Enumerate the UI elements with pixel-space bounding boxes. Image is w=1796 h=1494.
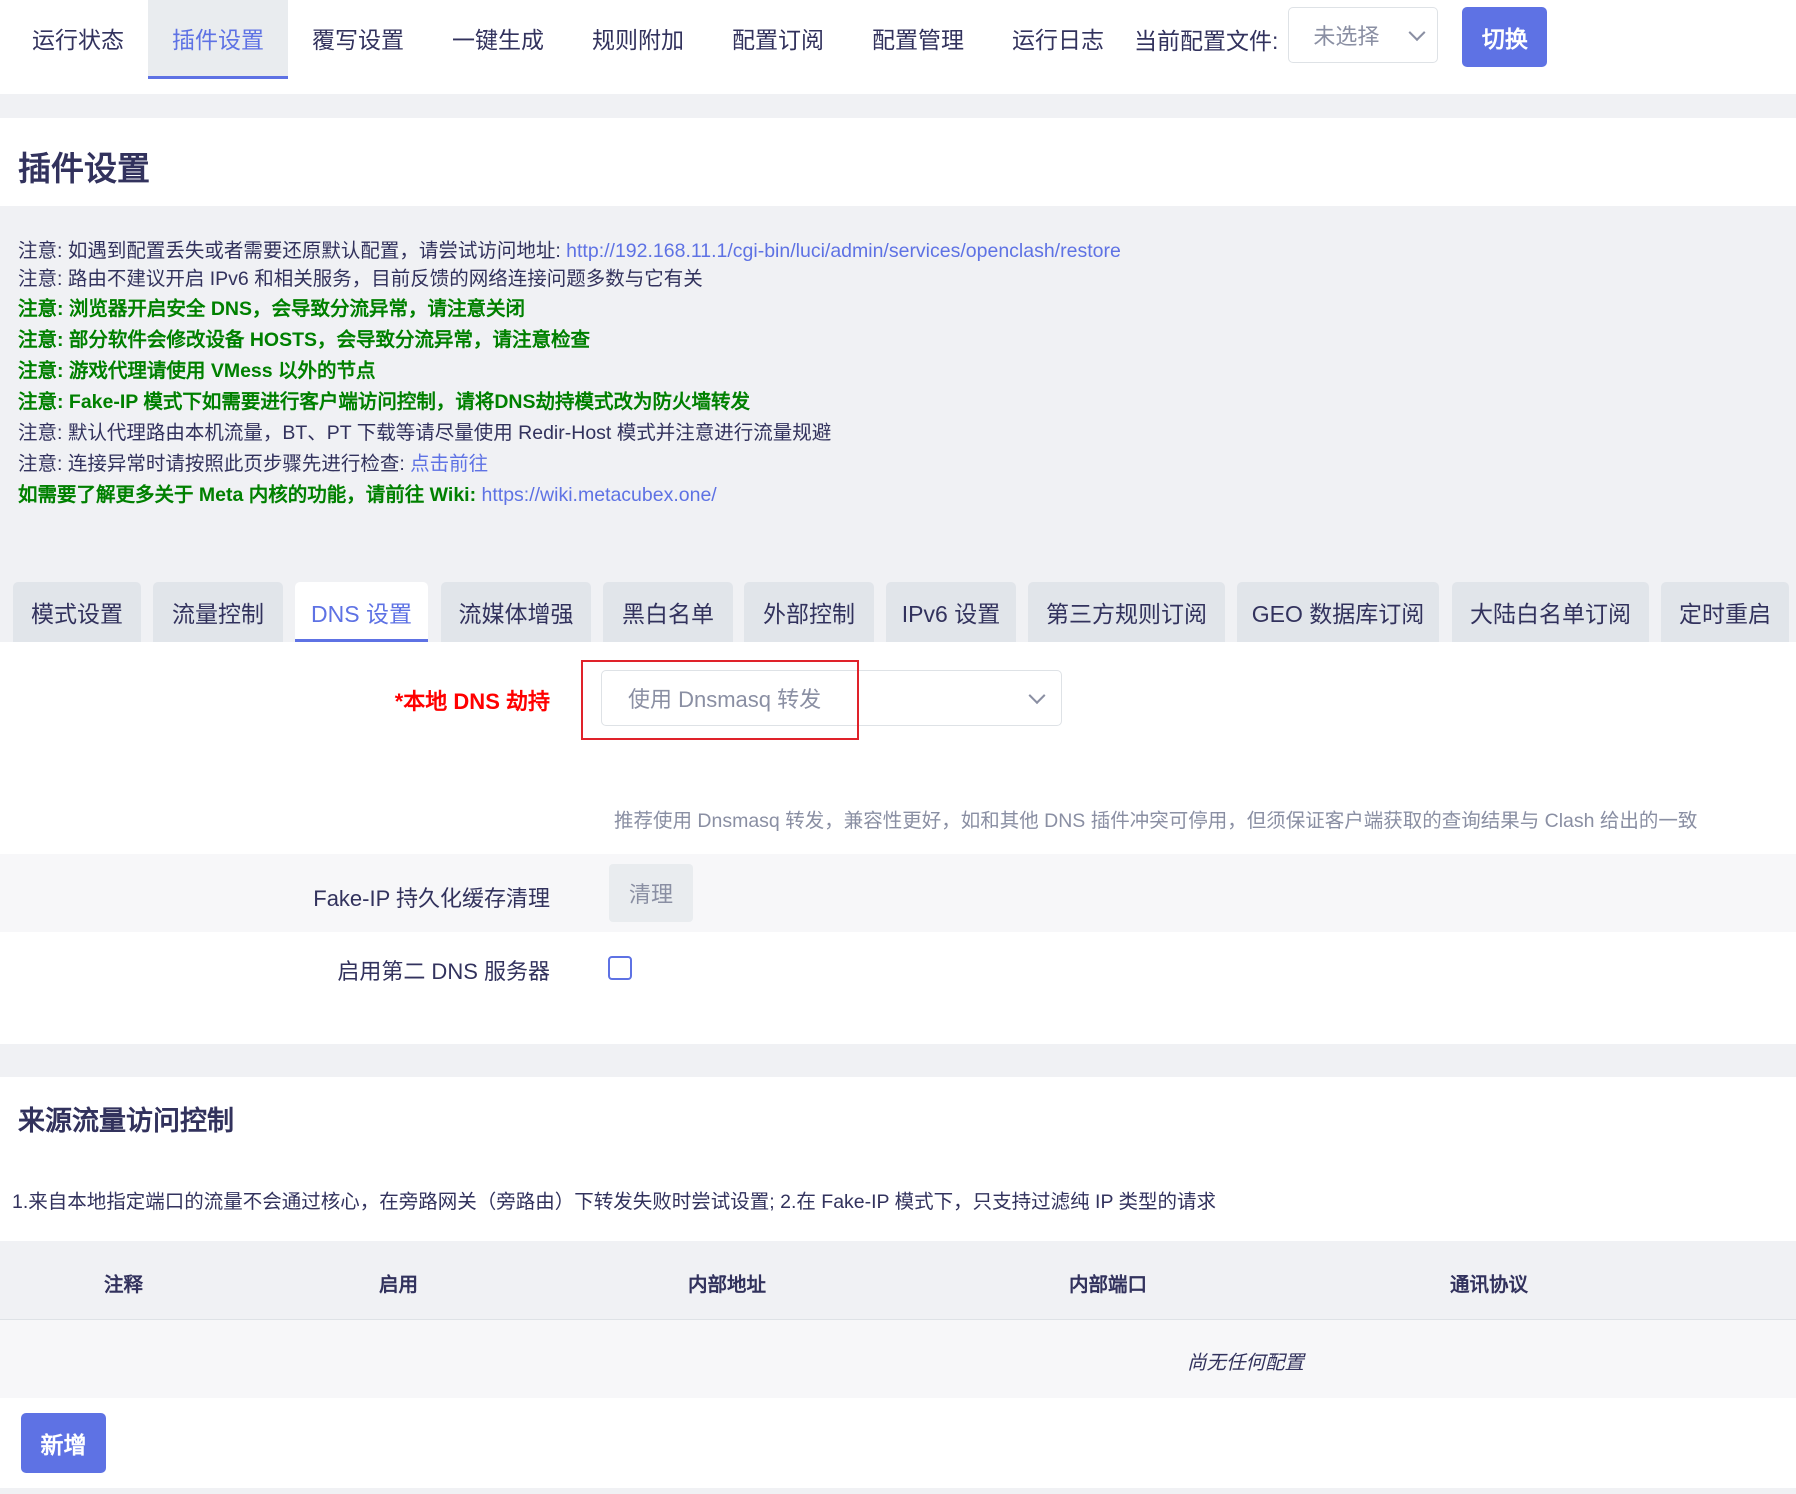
column-internal-address: 内部地址 [688, 1274, 767, 1296]
tab-dns[interactable]: DNS 设置 [295, 582, 428, 642]
tab-streaming[interactable]: 流媒体增强 [441, 582, 591, 642]
dns-hijack-value: 使用 Dnsmasq 转发 [628, 687, 822, 712]
note-restore-text: 注意: 如遇到配置丢失或者需要还原默认配置，请尝试访问地址: [18, 240, 567, 262]
top-tab-rule-append[interactable]: 规则附加 [568, 0, 708, 76]
dns-hijack-label: *本地 DNS 劫持 [394, 689, 550, 714]
add-button[interactable]: 新增 [21, 1413, 106, 1473]
note-fakeip: 注意: Fake-IP 模式下如需要进行客户端访问控制，请将DNS劫持模式改为防… [18, 391, 751, 413]
note-vmess: 注意: 游戏代理请使用 VMess 以外的节点 [18, 360, 376, 382]
config-file-value: 未选择 [1313, 24, 1380, 49]
note-wiki-text: 如需要了解更多关于 Meta 内核的功能，请前往 Wiki: [18, 484, 482, 506]
clear-button[interactable]: 清理 [609, 864, 693, 922]
note-secure-dns: 注意: 浏览器开启安全 DNS，会导致分流异常，请注意关闭 [18, 298, 526, 320]
dns-hijack-select[interactable]: 使用 Dnsmasq 转发 [601, 670, 1062, 726]
top-tab-logs[interactable]: 运行日志 [988, 0, 1128, 76]
switch-button[interactable]: 切换 [1462, 7, 1548, 67]
chevron-down-icon [1408, 24, 1426, 42]
dns-hijack-hint: 推荐使用 Dnsmasq 转发，兼容性更好，如和其他 DNS 插件冲突可停用，但… [614, 810, 1698, 832]
second-dns-row: 启用第二 DNS 服务器 [0, 932, 1796, 1012]
tab-blackwhite-list[interactable]: 黑白名单 [603, 582, 733, 642]
column-enable: 启用 [379, 1274, 419, 1296]
config-file-label: 当前配置文件: [1134, 28, 1279, 54]
top-tab-status[interactable]: 运行状态 [8, 0, 148, 76]
table-footer: 新增 [0, 1398, 1796, 1488]
tab-mainland-whitelist[interactable]: 大陆白名单订阅 [1452, 582, 1649, 642]
second-dns-label: 启用第二 DNS 服务器 [337, 959, 550, 984]
dns-hijack-row: *本地 DNS 劫持 使用 Dnsmasq 转发 推荐使用 Dnsmasq 转发… [0, 642, 1796, 854]
fakeip-cache-label: Fake-IP 持久化缓存清理 [313, 886, 550, 911]
tab-traffic-control[interactable]: 流量控制 [153, 582, 283, 642]
go-link[interactable]: 点击前往 [410, 453, 488, 475]
note-wiki: 如需要了解更多关于 Meta 内核的功能，请前往 Wiki: https://w… [18, 478, 717, 507]
fakeip-cache-row: Fake-IP 持久化缓存清理 清理 [0, 854, 1796, 932]
note-redir-host: 注意: 默认代理路由本机流量，BT、PT 下载等请尽量使用 Redir-Host… [18, 422, 832, 444]
column-internal-port: 内部端口 [1069, 1274, 1148, 1296]
page-header: 插件设置 [0, 118, 1796, 206]
note-restore: 注意: 如遇到配置丢失或者需要还原默认配置，请尝试访问地址: http://19… [18, 234, 1121, 263]
config-file-select[interactable]: 未选择 [1288, 7, 1439, 63]
top-tab-overwrite[interactable]: 覆写设置 [288, 0, 428, 76]
dns-settings-panel: *本地 DNS 劫持 使用 Dnsmasq 转发 推荐使用 Dnsmasq 转发… [0, 642, 1796, 1044]
source-control-section: 来源流量访问控制 1.来自本地指定端口的流量不会通过核心，在旁路网关（旁路由）下… [0, 1077, 1796, 1241]
note-check-text: 注意: 连接异常时请按照此页步骤先进行检查: [18, 453, 411, 475]
top-tab-one-click[interactable]: 一键生成 [428, 0, 568, 76]
page-title: 插件设置 [18, 150, 150, 187]
notes-section: 注意: 如遇到配置丢失或者需要还原默认配置，请尝试访问地址: http://19… [0, 206, 1796, 568]
top-tab-config-subscribe[interactable]: 配置订阅 [708, 0, 848, 76]
top-nav: 运行状态 插件设置 覆写设置 一键生成 规则附加 配置订阅 配置管理 运行日志 … [0, 0, 1796, 94]
table-empty-row: 尚无任何配置 [0, 1320, 1796, 1398]
column-comment: 注释 [104, 1274, 144, 1296]
tab-ipv6[interactable]: IPv6 设置 [886, 582, 1016, 642]
table-header: 注释 启用 内部地址 内部端口 通讯协议 [0, 1241, 1796, 1320]
note-hosts: 注意: 部分软件会修改设备 HOSTS，会导致分流异常，请注意检查 [18, 329, 591, 351]
source-control-title: 来源流量访问控制 [18, 1106, 234, 1136]
settings-tabs: 模式设置 流量控制 DNS 设置 流媒体增强 黑白名单 外部控制 IPv6 设置… [0, 582, 1796, 644]
top-tab-plugin-settings[interactable]: 插件设置 [148, 0, 288, 79]
tab-geo-db[interactable]: GEO 数据库订阅 [1237, 582, 1439, 642]
wiki-link[interactable]: https://wiki.metacubex.one/ [482, 484, 717, 506]
tab-third-party-rules[interactable]: 第三方规则订阅 [1028, 582, 1225, 642]
empty-message: 尚无任何配置 [1187, 1352, 1305, 1374]
tab-mode[interactable]: 模式设置 [13, 582, 141, 642]
restore-link[interactable]: http://192.168.11.1/cgi-bin/luci/admin/s… [566, 240, 1121, 262]
tab-external-control[interactable]: 外部控制 [744, 582, 874, 642]
tab-scheduled-restart[interactable]: 定时重启 [1661, 582, 1789, 642]
column-protocol: 通讯协议 [1450, 1274, 1529, 1296]
chevron-down-icon [1028, 687, 1046, 705]
second-dns-checkbox[interactable] [608, 956, 632, 980]
source-control-description: 1.来自本地指定端口的流量不会通过核心，在旁路网关（旁路由）下转发失败时尝试设置… [12, 1191, 1217, 1213]
note-ipv6: 注意: 路由不建议开启 IPv6 和相关服务，目前反馈的网络连接问题多数与它有关 [18, 268, 703, 290]
top-tab-config-manage[interactable]: 配置管理 [848, 0, 988, 76]
note-check-steps: 注意: 连接异常时请按照此页步骤先进行检查: 点击前往 [18, 447, 488, 476]
